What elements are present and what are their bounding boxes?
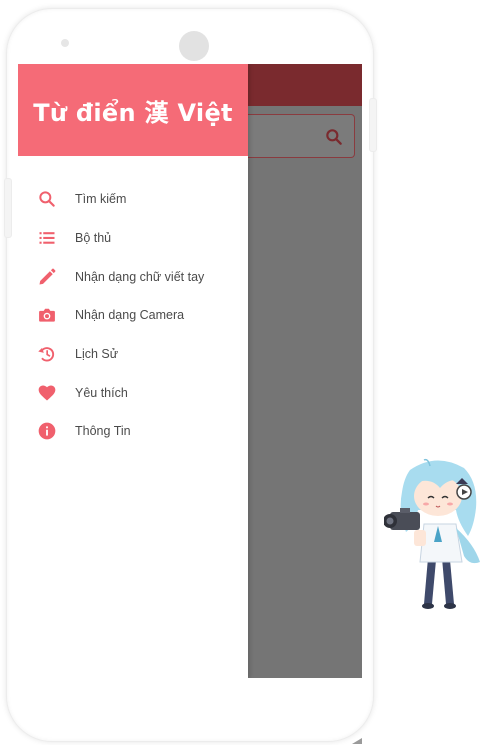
history-icon [37,344,57,364]
mascot-illustration [384,458,480,609]
search-icon [37,189,57,209]
side-button [369,98,377,152]
menu-item-camera[interactable]: Nhận dạng Camera [18,296,248,335]
menu-item-radicals[interactable]: Bộ thủ [18,219,248,258]
search-box[interactable] [248,114,355,158]
earpiece [179,31,209,61]
app-bar [248,64,362,106]
decorative-mark [352,738,362,744]
menu-item-label: Yêu thích [75,385,128,400]
menu-item-label: Tìm kiếm [75,192,127,207]
menu-item-info[interactable]: Thông Tin [18,412,248,451]
side-button [4,178,12,238]
menu-item-label: Nhận dạng Camera [75,308,185,323]
front-camera [61,39,69,47]
app-screen: Từ điển 漢 Việt Tìm kiếm Bộ thủ Nhận dạng… [18,64,362,678]
menu-item-label: Bộ thủ [75,231,112,246]
menu-item-search[interactable]: Tìm kiếm [18,180,248,219]
navigation-drawer: Từ điển 漢 Việt Tìm kiếm Bộ thủ Nhận dạng… [18,64,248,678]
menu-item-history[interactable]: Lịch Sử [18,335,248,374]
drawer-header: Từ điển 漢 Việt [18,64,248,156]
menu-item-label: Lịch Sử [75,347,119,362]
menu-item-handwriting[interactable]: Nhận dạng chữ viết tay [18,257,248,296]
pencil-icon [37,267,57,287]
menu-item-label: Nhận dạng chữ viết tay [75,269,205,284]
search-icon[interactable] [324,127,344,147]
list-icon [37,228,57,248]
heart-icon [37,383,57,403]
app-title: Từ điển 漢 Việt [33,98,233,127]
camera-icon [37,305,57,325]
menu-item-favorites[interactable]: Yêu thích [18,373,248,412]
info-icon [37,421,57,441]
menu-item-label: Thông Tin [75,424,131,439]
drawer-menu: Tìm kiếm Bộ thủ Nhận dạng chữ viết tay N… [18,180,248,451]
